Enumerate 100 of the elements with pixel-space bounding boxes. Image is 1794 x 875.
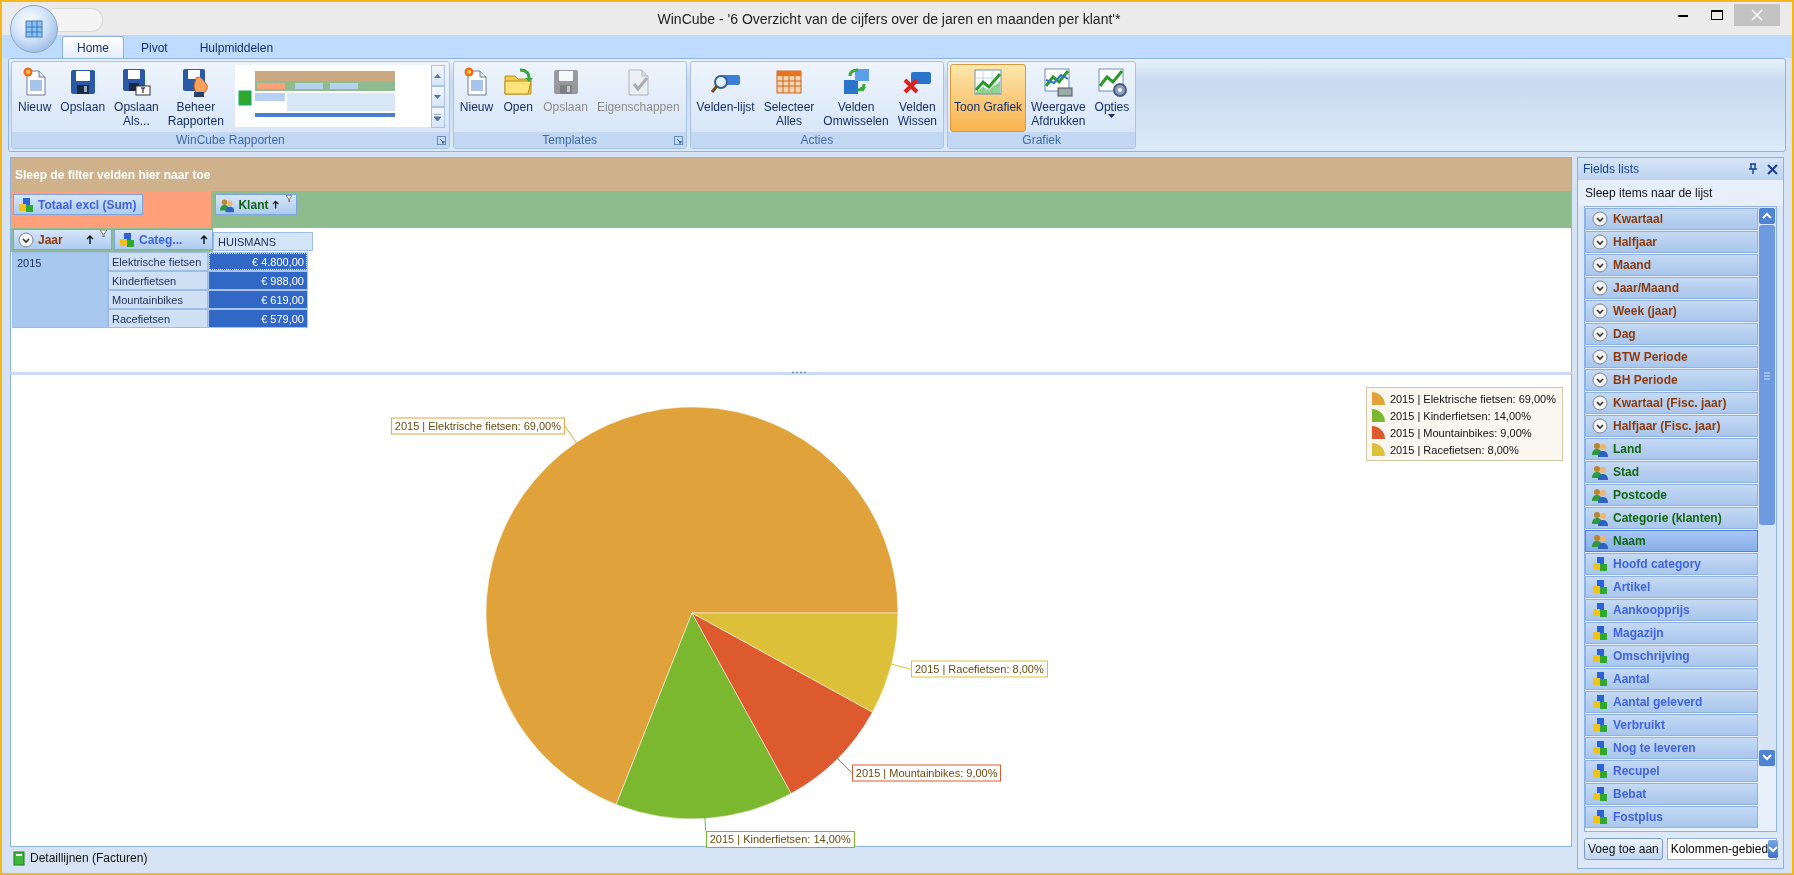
folder-icon (502, 66, 535, 98)
legend-label: 2015 | Racefietsen: 8,00% (1389, 443, 1519, 456)
ribbon-button[interactable]: Open (498, 64, 539, 132)
cubes-icon (1592, 625, 1608, 641)
chart-printer-icon (1042, 66, 1075, 98)
panel-hint: Sleep items naar de lijst (1578, 180, 1783, 206)
field-list-item[interactable]: Kwartaal (1585, 208, 1758, 230)
field-list-item[interactable]: Jaar/Maand (1585, 277, 1758, 299)
clock-chevron-icon (1592, 280, 1608, 296)
field-list-item[interactable]: Maand (1585, 254, 1758, 276)
cubes-icon (1592, 648, 1608, 664)
ribbon-group-title: Acties (800, 133, 834, 147)
ribbon-button[interactable]: Selecteer Alles (759, 64, 819, 132)
pivot-field-button[interactable]: Jaar (13, 229, 112, 250)
field-list-item[interactable]: Aantal (1585, 668, 1758, 690)
pivot-field-button[interactable]: Categ... (114, 229, 213, 250)
ribbon-button[interactable]: Velden-lijst (692, 64, 759, 132)
field-list-item[interactable]: BH Periode (1585, 369, 1758, 391)
leader-line (704, 816, 707, 832)
clock-chevron-icon (1592, 211, 1608, 227)
ribbon-tab[interactable]: Pivot (126, 36, 183, 58)
ribbon-button[interactable]: Nieuw (14, 64, 56, 132)
people-icon (1592, 510, 1608, 526)
chevron-down-icon (1768, 845, 1779, 853)
ribbon-button[interactable]: Beheer Rapporten (163, 64, 228, 132)
field-list-item[interactable]: Bebat (1585, 783, 1758, 805)
area-dropdown[interactable]: Kolommen-gebied (1666, 838, 1777, 860)
caret-icon (1108, 114, 1116, 118)
pin-icon (1747, 163, 1759, 175)
data-label: 2015 | Racefietsen: 8,00% (910, 660, 1048, 678)
legend-label: 2015 | Elektrische fietsen: 69,00% (1389, 392, 1556, 405)
clock-chevron-icon (1592, 418, 1608, 434)
data-label: 2015 | Mountainbikes: 9,00% (851, 764, 1002, 782)
data-label: 2015 | Elektrische fietsen: 69,00% (390, 417, 565, 435)
row-header-cell: Racefietsen (108, 309, 208, 328)
leader-line (889, 663, 912, 670)
grid-logo-icon (22, 17, 46, 41)
expand-icon (434, 114, 442, 121)
field-list-item[interactable]: Hoofd category (1585, 553, 1758, 575)
field-list-item[interactable]: Halfjaar (Fisc. jaar) (1585, 415, 1758, 437)
field-list-item[interactable]: Verbruikt (1585, 714, 1758, 736)
close-icon (1767, 163, 1778, 175)
field-list-item[interactable]: Week (jaar) (1585, 300, 1758, 322)
field-list-item[interactable]: Land (1585, 438, 1758, 460)
clock-chevron-icon (1592, 372, 1608, 388)
clock-chevron-icon (1592, 303, 1608, 319)
table-cell: € 4.800,00 (208, 252, 308, 271)
cubes-icon (1592, 694, 1608, 710)
add-to-button[interactable]: Voeg toe aan (1584, 838, 1663, 860)
cubes-icon (1592, 809, 1608, 825)
ribbon-button[interactable]: Velden Wissen (893, 64, 942, 132)
field-list-item[interactable]: Nog te leveren (1585, 737, 1758, 759)
floppy-disk-icon (120, 66, 153, 98)
field-list-item[interactable]: Categorie (klanten) (1585, 507, 1758, 529)
field-list-item[interactable]: Artikel (1585, 576, 1758, 598)
clock-chevron-icon (1592, 349, 1608, 365)
clock-chevron-icon (1592, 395, 1608, 411)
ribbon-button[interactable]: Opties (1090, 64, 1134, 132)
pivot-field-button[interactable]: Klant (215, 194, 297, 215)
ribbon-tab[interactable]: Hulpmiddelen (184, 36, 289, 58)
close-icon (1751, 9, 1763, 21)
table-cell: € 579,00 (208, 309, 308, 328)
field-list-item[interactable]: Magazijn (1585, 622, 1758, 644)
ribbon-group-title: Templates (542, 133, 598, 147)
pivot-field-button[interactable]: Totaal excl (Sum) (13, 194, 143, 215)
chart-gear-icon (1095, 66, 1128, 98)
quick-access-bar (52, 8, 103, 32)
cubes-icon (119, 231, 135, 248)
field-list-item[interactable]: Omschrijving (1585, 645, 1758, 667)
legend-label: 2015 | Mountainbikes: 9,00% (1389, 426, 1532, 439)
row-header-cell: 2015 (12, 252, 108, 328)
field-list-item[interactable]: Stad (1585, 461, 1758, 483)
field-list-item[interactable]: Aantal geleverd (1585, 691, 1758, 713)
ribbon-button[interactable]: Velden Omwisselen (819, 64, 893, 132)
field-list-item[interactable]: Dag (1585, 323, 1758, 345)
data-label: 2015 | Kinderfietsen: 14,00% (705, 830, 855, 848)
down-arrow-icon (434, 94, 442, 99)
maximize-icon (1711, 10, 1723, 20)
cubes-icon (1592, 602, 1608, 618)
ribbon-group-title: Grafiek (1022, 133, 1061, 147)
status-text: Detaillijnen (Facturen) (30, 851, 148, 865)
field-list-item[interactable]: BTW Periode (1585, 346, 1758, 368)
field-list-item[interactable]: Fostplus (1585, 806, 1758, 828)
ribbon-button[interactable]: Opslaan (56, 64, 110, 132)
ribbon-button[interactable]: Opslaan Als... (110, 64, 163, 132)
field-list-item[interactable]: Halfjaar (1585, 231, 1758, 253)
cubes-icon (1592, 717, 1608, 733)
field-list-item[interactable]: Recupel (1585, 760, 1758, 782)
ribbon-button[interactable]: Nieuw (455, 64, 498, 132)
clock-chevron-icon (1592, 326, 1608, 342)
field-list-item[interactable]: Kwartaal (Fisc. jaar) (1585, 392, 1758, 414)
field-list-item[interactable]: Aankoopprijs (1585, 599, 1758, 621)
ribbon-button[interactable]: Toon Grafiek (950, 64, 1027, 132)
ribbon-button[interactable]: Weergave Afdrukken (1027, 64, 1090, 132)
ribbon-tab[interactable]: Home (62, 36, 124, 58)
column-header-cell: HUISMANS (213, 232, 313, 251)
row-header-cell: Kinderfietsen (108, 271, 208, 290)
clock-chevron-icon (1592, 234, 1608, 250)
field-list-item[interactable]: Naam (1585, 530, 1758, 552)
field-list-item[interactable]: Postcode (1585, 484, 1758, 506)
